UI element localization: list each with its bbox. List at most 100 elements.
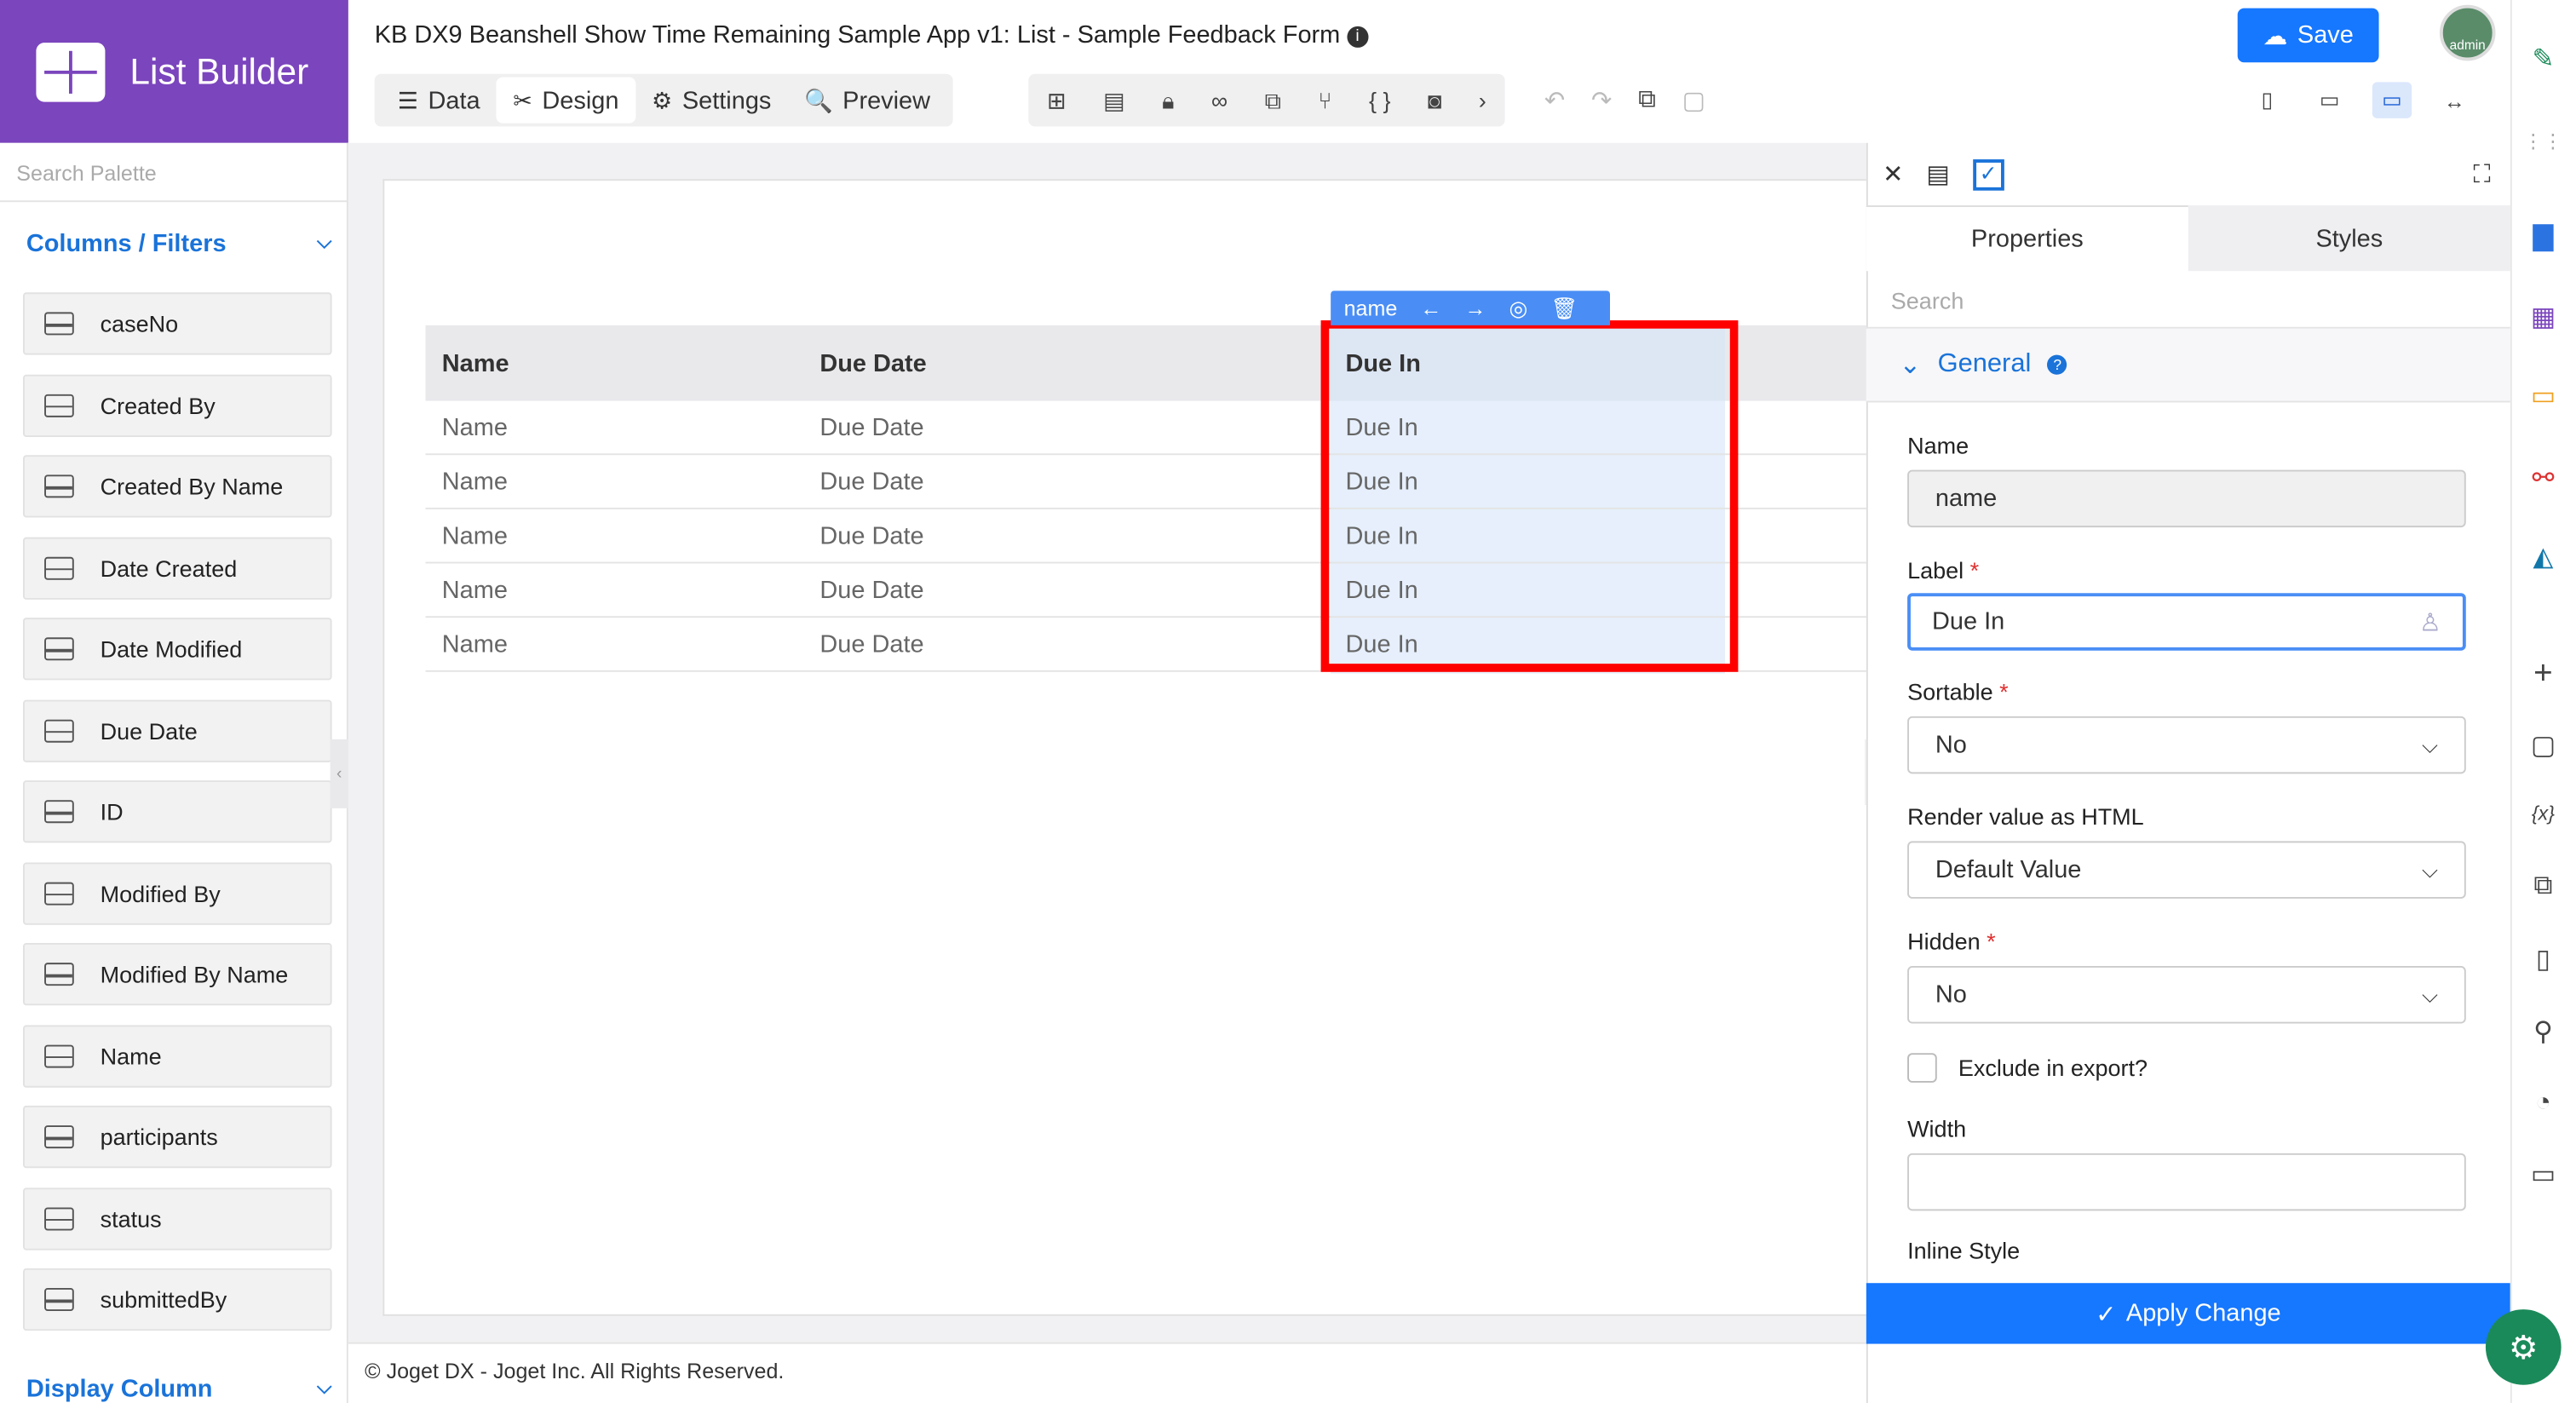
save-label: Save	[2297, 21, 2354, 49]
tab-design[interactable]: ✂ Design	[496, 77, 635, 124]
variable-icon[interactable]: {x}	[2523, 793, 2562, 832]
file-chart-icon[interactable]: ▯	[2523, 940, 2562, 979]
avatar[interactable]: admin	[2439, 4, 2496, 61]
palette-column-item[interactable]: submittedBy	[22, 1268, 332, 1331]
checkbox-icon[interactable]: ✓	[1972, 158, 2004, 190]
required-marker: *	[1969, 556, 1980, 584]
translate-icon[interactable]: ⧉	[2523, 867, 2562, 906]
paste-icon[interactable]: ▢	[1682, 85, 1705, 115]
footer: © Joget DX - Joget Inc. All Rights Reser…	[348, 1342, 1866, 1403]
columns-filters-section[interactable]: Columns / Filters ⌵	[26, 230, 332, 258]
clipboard-icon[interactable]: ▭	[2523, 1155, 2562, 1194]
document-icon[interactable]: ▇	[2523, 217, 2562, 256]
palette-column-item[interactable]: ID	[22, 780, 332, 843]
branch-icon[interactable]: ⑂	[1318, 87, 1331, 113]
close-icon[interactable]: ✕	[1883, 159, 1903, 189]
plug-icon[interactable]: ⚲	[2523, 1012, 2562, 1051]
general-section-header[interactable]: ⌄ General ?	[1866, 328, 2510, 403]
list-icon[interactable]: ▤	[1103, 86, 1125, 114]
table-cell: Name	[441, 413, 508, 442]
width-field[interactable]	[1907, 1153, 2466, 1211]
laptop-icon[interactable]: ▭	[2372, 82, 2412, 118]
palette-column-item[interactable]: Modified By Name	[22, 942, 332, 1006]
hidden-select[interactable]: No ⌵	[1907, 965, 2466, 1024]
palette-column-item[interactable]: Date Created	[22, 536, 332, 599]
edit-icon[interactable]: ✎	[2523, 39, 2562, 78]
apply-change-button[interactable]: ✓ Apply Change	[1866, 1283, 2510, 1344]
palette-item-label: status	[100, 1205, 162, 1232]
render-html-value: Default Value	[1935, 855, 2082, 884]
save-button[interactable]: ☁ Save	[2237, 8, 2379, 63]
palette-column-item[interactable]: Created By	[22, 373, 332, 437]
column-header-due-date[interactable]: Due Date	[819, 350, 926, 378]
tab-data[interactable]: ☰ Data	[381, 78, 496, 124]
tab-settings[interactable]: ⚙ Settings	[635, 78, 788, 124]
undo-icon[interactable]: ↶	[1544, 85, 1565, 115]
table-icon[interactable]: ▦	[2523, 297, 2562, 336]
palette-column-item[interactable]: Due Date	[22, 699, 332, 762]
palette-column-item[interactable]: Modified By	[22, 861, 332, 924]
palette-column-item[interactable]: Date Modified	[22, 618, 332, 681]
palette-icon[interactable]: ◎	[1509, 295, 1527, 321]
label-field[interactable]: Due In ♙	[1907, 593, 2466, 651]
paint-bucket-icon[interactable]: ◭	[2523, 538, 2562, 577]
glasses-icon[interactable]: ∞	[1211, 87, 1228, 113]
search-palette-input[interactable]: Search Palette	[0, 145, 347, 203]
arrow-left-icon[interactable]: ←	[1420, 296, 1441, 320]
render-html-field-label: Render value as HTML	[1907, 803, 2144, 830]
fullscreen-icon[interactable]: ⛶	[2473, 160, 2490, 188]
settings-gear-button[interactable]: ⚙	[2485, 1309, 2562, 1385]
code-icon[interactable]: { }	[1369, 87, 1391, 113]
table-cell: Name	[441, 630, 508, 659]
column-icon	[44, 718, 74, 742]
chevron-right-icon[interactable]: ›	[1479, 87, 1486, 113]
tab-settings-label: Settings	[681, 86, 772, 115]
mobile-icon[interactable]: ▯	[2247, 82, 2286, 118]
exclude-export-checkbox[interactable]	[1907, 1053, 1937, 1083]
workflow-icon[interactable]: ⚯	[2523, 458, 2562, 497]
tab-styles[interactable]: Styles	[2188, 205, 2510, 272]
table-cell: Due Date	[819, 468, 924, 497]
tree-icon[interactable]: ⊞	[1047, 86, 1067, 114]
copy-icon[interactable]: ⧉	[1638, 85, 1656, 115]
tab-properties[interactable]: Properties	[1866, 205, 2188, 272]
drag-handle-icon[interactable]: ⋮⋮	[2523, 122, 2562, 161]
help-icon[interactable]: ?	[2047, 354, 2067, 375]
trash-icon[interactable]: 🗑︎	[1550, 295, 1578, 321]
properties-search-input[interactable]: Search	[1866, 273, 2510, 329]
label-field-label: Label *	[1907, 557, 1979, 584]
monitor-icon[interactable]: ▭	[2523, 377, 2562, 416]
display-column-section[interactable]: Display Column ⌵	[26, 1375, 332, 1403]
render-html-select[interactable]: Default Value ⌵	[1907, 841, 2466, 899]
palette-column-item[interactable]: participants	[22, 1105, 332, 1169]
table-cell: Name	[441, 576, 508, 605]
palette-column-item[interactable]: Created By Name	[22, 455, 332, 518]
hidden-label-text: Hidden	[1907, 928, 1981, 955]
history-controls: ↶ ↷ ⧉ ▢	[1544, 85, 1705, 115]
palette-column-item[interactable]: status	[22, 1187, 332, 1250]
name-field[interactable]: name	[1907, 469, 2466, 528]
sortable-select[interactable]: No ⌵	[1907, 716, 2466, 774]
tablet-icon[interactable]: ▭	[2310, 82, 2349, 118]
column-header-name[interactable]: Name	[442, 350, 509, 378]
gauge-icon[interactable]: ◔	[2523, 1084, 2562, 1124]
palette-item-label: Created By Name	[100, 473, 284, 500]
note-icon[interactable]: ▢	[2523, 726, 2562, 765]
tab-preview[interactable]: 🔍 Preview	[788, 78, 947, 124]
expand-horizontal-icon[interactable]: ↔	[2435, 82, 2474, 118]
data-icon: ☰	[397, 86, 418, 113]
arrow-right-icon[interactable]: →	[1464, 296, 1486, 320]
brand-title: List Builder	[129, 49, 309, 92]
plus-icon[interactable]: +	[2523, 654, 2562, 693]
lock-icon[interactable]: 🔒︎	[1162, 86, 1174, 114]
sortable-label-text: Sortable	[1907, 678, 1993, 705]
redo-icon[interactable]: ↷	[1591, 85, 1612, 115]
left-splitter-handle[interactable]: ‹	[330, 739, 348, 808]
info-icon[interactable]: i	[1347, 25, 1369, 48]
translate-icon[interactable]: ⧉	[1265, 86, 1281, 114]
form-icon[interactable]: ▤	[1926, 159, 1949, 189]
cloud-upload-icon: ☁	[2263, 22, 2288, 50]
palette-column-item[interactable]: Name	[22, 1024, 332, 1087]
camera-icon[interactable]: ◙	[1428, 87, 1441, 113]
palette-column-item[interactable]: caseNo	[22, 292, 332, 355]
